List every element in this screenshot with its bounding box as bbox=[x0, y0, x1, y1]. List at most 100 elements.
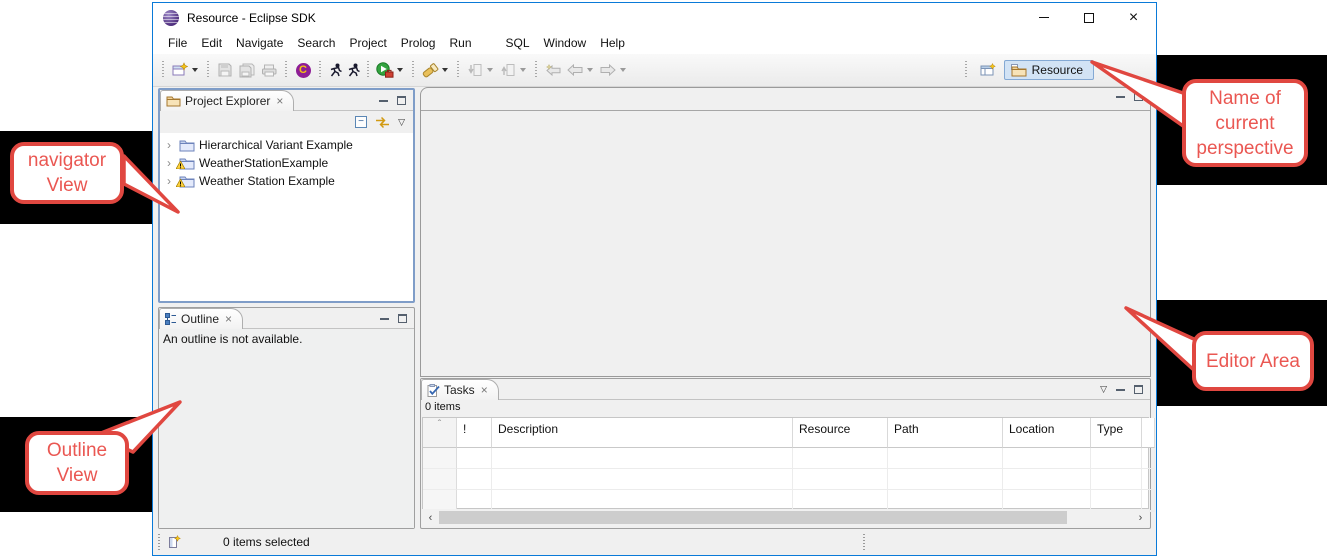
main-toolbar: C bbox=[153, 54, 1156, 87]
table-cell bbox=[423, 448, 457, 469]
toolbar-separator bbox=[319, 61, 321, 79]
search-button[interactable] bbox=[419, 58, 441, 82]
menu-project[interactable]: Project bbox=[342, 34, 393, 52]
column-header-description[interactable]: Description bbox=[492, 418, 793, 448]
scroll-right-icon[interactable]: › bbox=[1132, 509, 1149, 526]
running-man-icon bbox=[347, 63, 360, 77]
last-edit-location-button[interactable] bbox=[542, 58, 564, 82]
horizontal-scrollbar[interactable]: ‹ › bbox=[422, 509, 1149, 526]
minimize-view-icon[interactable] bbox=[379, 100, 388, 102]
next-annotation-button[interactable] bbox=[464, 58, 486, 82]
eclipse-logo-icon bbox=[163, 10, 179, 26]
close-icon[interactable]: × bbox=[481, 383, 488, 397]
menu-sql[interactable]: SQL bbox=[499, 34, 537, 52]
back-dropdown[interactable] bbox=[587, 68, 593, 72]
editor-area-callout: Editor Area bbox=[1192, 331, 1314, 391]
maximize-button[interactable] bbox=[1066, 3, 1111, 32]
workbench-area: Project Explorer × − ▽ › bbox=[153, 87, 1156, 529]
menu-file[interactable]: File bbox=[161, 34, 194, 52]
tab-tasks[interactable]: Tasks × bbox=[421, 379, 499, 400]
callout-text: View bbox=[47, 173, 88, 198]
project-explorer-view: Project Explorer × − ▽ › bbox=[158, 88, 415, 303]
run-external-tools-dropdown[interactable] bbox=[397, 68, 403, 72]
print-button[interactable] bbox=[258, 58, 280, 82]
forward-dropdown[interactable] bbox=[620, 68, 626, 72]
column-header-path[interactable]: Path bbox=[888, 418, 1003, 448]
view-menu-icon[interactable]: ▽ bbox=[1100, 385, 1107, 394]
maximize-view-icon[interactable] bbox=[1134, 92, 1143, 101]
back-button[interactable] bbox=[564, 58, 586, 82]
collapse-all-icon[interactable]: − bbox=[355, 116, 367, 128]
open-perspective-button[interactable] bbox=[977, 58, 999, 82]
save-all-button[interactable] bbox=[236, 58, 258, 82]
chevron-right-icon[interactable]: › bbox=[167, 138, 175, 152]
close-button[interactable]: × bbox=[1111, 3, 1156, 32]
last-edit-location-icon bbox=[545, 64, 562, 77]
statusbar-splitter[interactable] bbox=[863, 534, 865, 550]
maximize-view-icon[interactable] bbox=[397, 96, 406, 105]
previous-annotation-dropdown[interactable] bbox=[520, 68, 526, 72]
menu-run[interactable]: Run bbox=[442, 34, 478, 52]
menu-help[interactable]: Help bbox=[593, 34, 632, 52]
callout-text: Name of bbox=[1209, 86, 1281, 111]
previous-annotation-icon bbox=[501, 63, 515, 77]
back-arrow-icon bbox=[567, 64, 583, 76]
menu-prolog[interactable]: Prolog bbox=[394, 34, 443, 52]
tab-project-explorer[interactable]: Project Explorer × bbox=[160, 90, 294, 111]
chevron-right-icon[interactable]: › bbox=[167, 156, 175, 170]
menu-search[interactable]: Search bbox=[290, 34, 342, 52]
editor-empty-area[interactable] bbox=[421, 111, 1150, 376]
prolog-console-icon: C bbox=[296, 63, 311, 78]
toolbar-separator bbox=[457, 61, 459, 79]
menu-edit[interactable]: Edit bbox=[194, 34, 229, 52]
column-header-sort[interactable]: ˆ bbox=[423, 418, 457, 448]
search-dropdown[interactable] bbox=[442, 68, 448, 72]
next-annotation-dropdown[interactable] bbox=[487, 68, 493, 72]
run-man-button[interactable] bbox=[344, 58, 362, 82]
save-button[interactable] bbox=[214, 58, 236, 82]
menu-navigate[interactable]: Navigate bbox=[229, 34, 290, 52]
minimize-button[interactable] bbox=[1021, 3, 1066, 32]
run-external-tools-button[interactable] bbox=[374, 58, 396, 82]
new-wizard-dropdown[interactable] bbox=[192, 68, 198, 72]
toolbar-separator bbox=[162, 61, 164, 79]
column-header-type[interactable]: Type bbox=[1091, 418, 1142, 448]
new-wizard-button[interactable] bbox=[169, 58, 191, 82]
debug-run-man-button[interactable] bbox=[326, 58, 344, 82]
minimize-view-icon[interactable] bbox=[1116, 389, 1125, 391]
chevron-right-icon[interactable]: › bbox=[167, 174, 175, 188]
close-icon[interactable]: × bbox=[225, 312, 232, 326]
table-cell bbox=[888, 469, 1003, 490]
scrollbar-thumb[interactable] bbox=[439, 511, 1067, 524]
minimize-view-icon[interactable] bbox=[1116, 96, 1125, 98]
tree-item[interactable]: › WeatherStationExample bbox=[160, 154, 413, 172]
fast-view-icon[interactable] bbox=[169, 535, 181, 549]
statusbar-splitter[interactable] bbox=[158, 534, 160, 550]
view-menu-icon[interactable]: ▽ bbox=[398, 118, 405, 127]
menu-window[interactable]: Window bbox=[537, 34, 594, 52]
tree-item[interactable]: › Hierarchical Variant Example bbox=[160, 136, 413, 154]
scroll-left-icon[interactable]: ‹ bbox=[422, 509, 439, 526]
tab-outline[interactable]: Outline × bbox=[159, 308, 243, 329]
table-cell bbox=[888, 448, 1003, 469]
column-header-priority[interactable]: ! bbox=[457, 418, 492, 448]
forward-button[interactable] bbox=[597, 58, 619, 82]
tasks-count-label: 0 items bbox=[421, 400, 1150, 416]
close-icon[interactable]: × bbox=[276, 94, 283, 108]
tree-item[interactable]: › Weather Station Example bbox=[160, 172, 413, 190]
tab-label: Outline bbox=[181, 312, 219, 326]
prolog-console-button[interactable]: C bbox=[292, 58, 314, 82]
link-with-editor-icon[interactable] bbox=[375, 116, 390, 129]
title-bar[interactable]: Resource - Eclipse SDK × bbox=[153, 3, 1156, 32]
table-cell bbox=[1142, 469, 1155, 490]
minimize-view-icon[interactable] bbox=[380, 318, 389, 320]
project-explorer-tabrow: Project Explorer × bbox=[160, 90, 413, 111]
maximize-view-icon[interactable] bbox=[1134, 385, 1143, 394]
resource-perspective-button[interactable]: Resource bbox=[1004, 60, 1094, 80]
column-header-location[interactable]: Location bbox=[1003, 418, 1091, 448]
print-icon bbox=[262, 64, 277, 77]
warning-overlay-icon bbox=[176, 176, 185, 190]
column-header-resource[interactable]: Resource bbox=[793, 418, 888, 448]
maximize-view-icon[interactable] bbox=[398, 314, 407, 323]
previous-annotation-button[interactable] bbox=[497, 58, 519, 82]
